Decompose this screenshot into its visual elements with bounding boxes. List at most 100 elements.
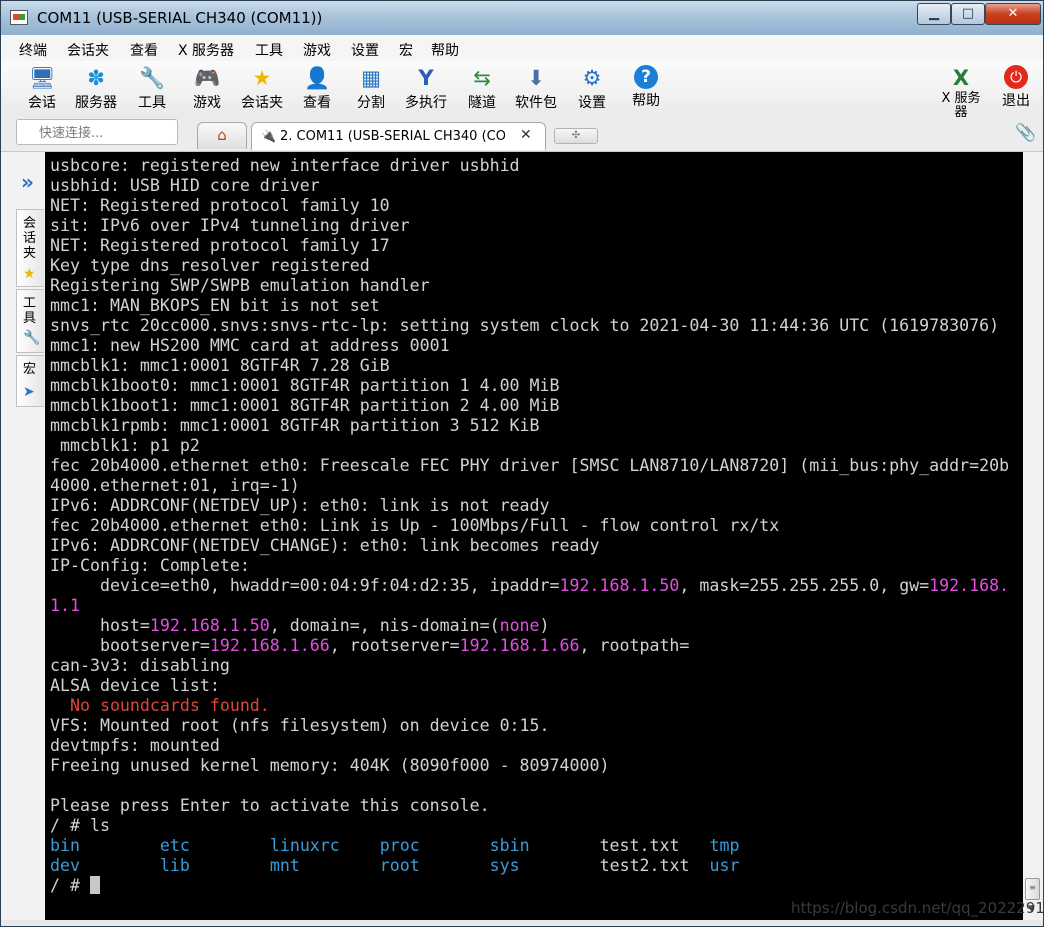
packages-icon: ⬇: [527, 66, 545, 90]
menu-bar: 终端 会话夹 查看 X 服务器 工具 游戏 设置 宏 帮助: [1, 35, 1043, 61]
sessions-star-icon: ★: [252, 66, 272, 90]
split-icon: ▦: [361, 66, 381, 90]
ls-entry: lib: [159, 856, 190, 875]
macro-icon: ➤: [23, 384, 35, 400]
ls-output-row: dev lib mnt root sys test2.txt usr: [50, 856, 739, 875]
terminal-line: mmc1: new HS200 MMC card at address 0001: [50, 336, 450, 355]
minimize-button[interactable]: ▁: [917, 3, 951, 25]
scrollbar-thumb[interactable]: ≡: [1025, 878, 1040, 900]
terminal-line: mmcblk1: mmc1:0001 8GTF4R 7.28 GiB: [50, 356, 390, 375]
ls-entry: test.txt: [599, 836, 680, 855]
sidebar-tab-label: 宏: [23, 362, 37, 377]
ls-entry: etc: [159, 836, 190, 855]
wrench-icon: 🔧: [23, 330, 41, 346]
toolbar-label: 会话: [28, 95, 56, 111]
boot-log: usbcore: registered new interface driver…: [50, 156, 1009, 575]
menu-macros[interactable]: 宏: [399, 40, 413, 60]
toolbar-label: 分割: [357, 95, 385, 111]
home-tab[interactable]: ⌂: [197, 122, 247, 149]
star-icon: ★: [23, 266, 36, 282]
terminal-line: Registering SWP/SWPB emulation handler: [50, 276, 430, 295]
menu-help[interactable]: 帮助: [431, 40, 459, 60]
terminal-line: Key type dns_resolver registered: [50, 256, 370, 275]
toolbar-split-button[interactable]: ▦ 分割: [346, 65, 396, 112]
tab-label: 2. COM11 (USB-SERIAL CH340 (COM11)): [280, 129, 505, 144]
toolbar-view-button[interactable]: 👤 查看: [292, 65, 342, 112]
toolbar-label: 隧道: [468, 95, 496, 111]
toolbar-x-server-button[interactable]: X X 服务器: [935, 65, 987, 120]
terminal-line: IPv6: ADDRCONF(NETDEV_UP): eth0: link is…: [50, 496, 550, 515]
tab-close-icon[interactable]: ✕: [520, 127, 532, 143]
ls-output-row: bin etc linuxrc proc sbin test.txt tmp: [50, 836, 739, 855]
toolbar-label: 游戏: [193, 95, 221, 111]
attachment-icon[interactable]: 📎: [1015, 123, 1036, 143]
sidebar-tab-label: 工具: [23, 296, 37, 326]
window-bottom-edge: [1, 920, 1043, 926]
toolbar-packages-button[interactable]: ⬇ 软件包: [511, 65, 561, 112]
title-bar[interactable]: COM11 (USB-SERIAL CH340 (COM11)) ▁ □ ✕: [1, 1, 1043, 35]
toolbar-session-button[interactable]: 🖥 会话: [17, 65, 67, 112]
ls-entry: bin: [50, 836, 80, 855]
terminal-line: fec 20b4000.ethernet eth0: Link is Up - …: [50, 516, 780, 535]
terminal-line: usbcore: registered new interface driver…: [50, 156, 520, 175]
ipconfig-line: device=eth0, hwaddr=00:04:9f:04:d2:35, i…: [50, 576, 1010, 615]
terminal-output: usbcore: registered new interface driver…: [45, 152, 1023, 896]
toolbar-tools-button[interactable]: 🔧 工具: [127, 65, 177, 112]
sidebar-tab-macros[interactable]: 宏 ➤: [16, 355, 44, 407]
session-icon: 🖥: [29, 66, 56, 90]
toolbar-servers-button[interactable]: ✽ 服务器: [71, 65, 121, 112]
terminal-line: NET: Registered protocol family 17: [50, 236, 390, 255]
toolbar-tunneling-button[interactable]: ⇆ 隧道: [457, 65, 507, 112]
menu-tools[interactable]: 工具: [255, 40, 283, 60]
terminal-line: NET: Registered protocol family 10: [50, 196, 390, 215]
terminal-line: VFS: Mounted root (nfs filesystem) on de…: [50, 716, 550, 735]
window-title: COM11 (USB-SERIAL CH340 (COM11)): [37, 9, 323, 27]
ipconfig-host-line: host=192.168.1.50, domain=, nis-domain=(…: [50, 616, 550, 635]
toolbar-multiexec-button[interactable]: Y 多执行: [401, 65, 451, 112]
toolbar-sessions-button[interactable]: ★ 会话夹: [237, 65, 287, 112]
ipconfig-boot-line: bootserver=192.168.1.66, rootserver=192.…: [50, 636, 690, 655]
ls-entry: dev: [50, 856, 80, 875]
terminal-line: snvs_rtc 20cc000.snvs:snvs-rtc-lp: setti…: [50, 316, 1000, 335]
multiexec-icon: Y: [418, 66, 434, 90]
menu-sessions[interactable]: 会话夹: [67, 40, 109, 60]
terminal-line: Please press Enter to activate this cons…: [50, 796, 490, 815]
toolbar-settings-button[interactable]: ⚙ 设置: [567, 65, 617, 112]
menu-games[interactable]: 游戏: [303, 40, 331, 60]
expand-sidebar-icon[interactable]: »: [21, 170, 34, 194]
quick-connect-input[interactable]: 快速连接...: [16, 119, 178, 145]
toolbar-label: 退出: [1002, 93, 1030, 109]
menu-settings[interactable]: 设置: [351, 40, 379, 60]
terminal-line: 4000.ethernet:01, irq=-1): [50, 476, 300, 495]
terminal-line: fec 20b4000.ethernet eth0: Freescale FEC…: [50, 456, 1010, 475]
terminal-pane[interactable]: usbcore: registered new interface driver…: [45, 152, 1023, 920]
alsa-line: ALSA device list:: [50, 676, 220, 695]
toolbar-label: 帮助: [632, 93, 660, 109]
menu-view[interactable]: 查看: [130, 40, 158, 60]
sidebar-tab-sessions[interactable]: 会话夹 ★: [16, 209, 44, 287]
maximize-button[interactable]: □: [951, 3, 985, 25]
no-soundcards-line: No soundcards found.: [50, 696, 270, 715]
exit-icon: ⏻: [1004, 65, 1028, 89]
plug-icon: 🔌: [261, 129, 276, 143]
close-button[interactable]: ✕: [985, 3, 1041, 25]
terminal-line: Freeing unused kernel memory: 404K (8090…: [50, 756, 610, 775]
sidebar-tab-tools[interactable]: 工具 🔧: [16, 289, 44, 353]
ls-entry: sys: [489, 856, 520, 875]
toolbar-games-button[interactable]: 🎮 游戏: [182, 65, 232, 112]
toolbar-help-button[interactable]: ? 帮助: [621, 65, 671, 110]
sidebar-tab-label: 会话夹: [23, 216, 37, 261]
ls-entry: sbin: [489, 836, 530, 855]
terminal-line: usbhid: USB HID core driver: [50, 176, 320, 195]
menu-terminal[interactable]: 终端: [19, 40, 47, 60]
new-tab-button[interactable]: ✣: [554, 128, 598, 144]
menu-x-server[interactable]: X 服务器: [178, 40, 234, 60]
app-window: COM11 (USB-SERIAL CH340 (COM11)) ▁ □ ✕ 终…: [0, 0, 1044, 927]
toolbar-exit-button[interactable]: ⏻ 退出: [991, 65, 1041, 110]
terminal-line: mmc1: MAN_BKOPS_EN bit is not set: [50, 296, 380, 315]
home-icon: ⌂: [217, 126, 227, 144]
vertical-scrollbar[interactable]: ≡ ▼: [1023, 152, 1043, 920]
terminal-line: sit: IPv6 over IPv4 tunneling driver: [50, 216, 410, 235]
app-icon: [10, 10, 28, 25]
tab-com11[interactable]: 🔌 2. COM11 (USB-SERIAL CH340 (COM11)) ✕: [251, 122, 546, 150]
